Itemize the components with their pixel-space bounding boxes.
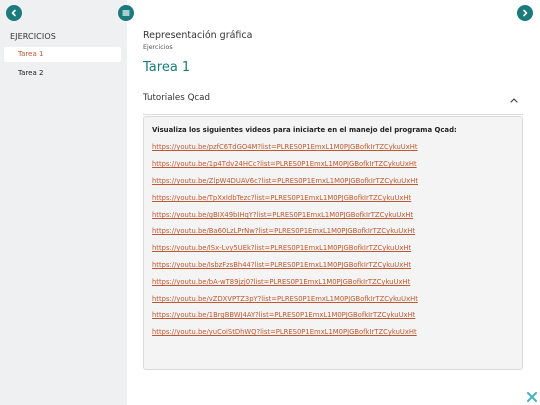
content-intro: Visualiza los siguientes videos para ini… [152, 126, 457, 134]
video-link[interactable]: https://youtu.be/ISx-Lvy5UEk?list=PLRES0… [152, 244, 411, 252]
video-link[interactable]: https://youtu.be/yuCoiStDhWQ?list=PLRES0… [152, 328, 417, 336]
chevron-left-icon [11, 9, 16, 17]
video-link[interactable]: https://youtu.be/pzfC6TdGO4M?list=PLRES0… [152, 143, 418, 151]
video-link[interactable]: https://youtu.be/gBIX49bIHqY?list=PLRES0… [152, 211, 413, 219]
sidebar-heading: EJERCICIOS [10, 32, 56, 41]
page-title: Representación gráfica [143, 30, 253, 41]
content-box: Visualiza los siguientes videos para ini… [143, 116, 523, 370]
video-link[interactable]: https://youtu.be/TpXxIdbTezc?list=PLRES0… [152, 194, 411, 202]
video-link[interactable]: https://youtu.be/1p4Tdv24HCc?list=PLRES0… [152, 160, 417, 168]
video-link[interactable]: https://youtu.be/vZDXVPTZ3pY?list=PLRES0… [152, 295, 418, 303]
next-button[interactable] [517, 5, 533, 21]
chevron-right-icon [523, 9, 528, 17]
menu-toggle-button[interactable] [118, 5, 134, 21]
video-link[interactable]: https://youtu.be/IsbzFzsBh44?list=PLRES0… [152, 261, 411, 269]
hamburger-menu-icon [122, 10, 130, 16]
sidebar-item-tarea-2[interactable]: Tarea 2 [4, 66, 121, 81]
section-divider [143, 114, 523, 115]
page-subtitle: Ejercicios [143, 44, 173, 51]
chevron-up-icon[interactable] [509, 96, 519, 104]
puzzle-icon[interactable] [526, 391, 538, 403]
video-link[interactable]: https://youtu.be/ZlpW4DUAV6c?list=PLRES0… [152, 177, 418, 185]
sidebar-item-tarea-1[interactable]: Tarea 1 [4, 47, 121, 62]
sidebar: EJERCICIOS Tarea 1 Tarea 2 [0, 0, 127, 405]
video-link[interactable]: https://youtu.be/Ba60LzLPrNw?list=PLRES0… [152, 227, 415, 235]
video-link[interactable]: https://youtu.be/bA-wT89jzj0?list=PLRES0… [152, 278, 410, 286]
task-title: Tarea 1 [143, 60, 191, 75]
video-link[interactable]: https://youtu.be/1BrgBBWJ4AY?list=PLRES0… [152, 311, 415, 319]
previous-button[interactable] [6, 5, 22, 21]
section-title[interactable]: Tutoriales Qcad [143, 93, 210, 103]
